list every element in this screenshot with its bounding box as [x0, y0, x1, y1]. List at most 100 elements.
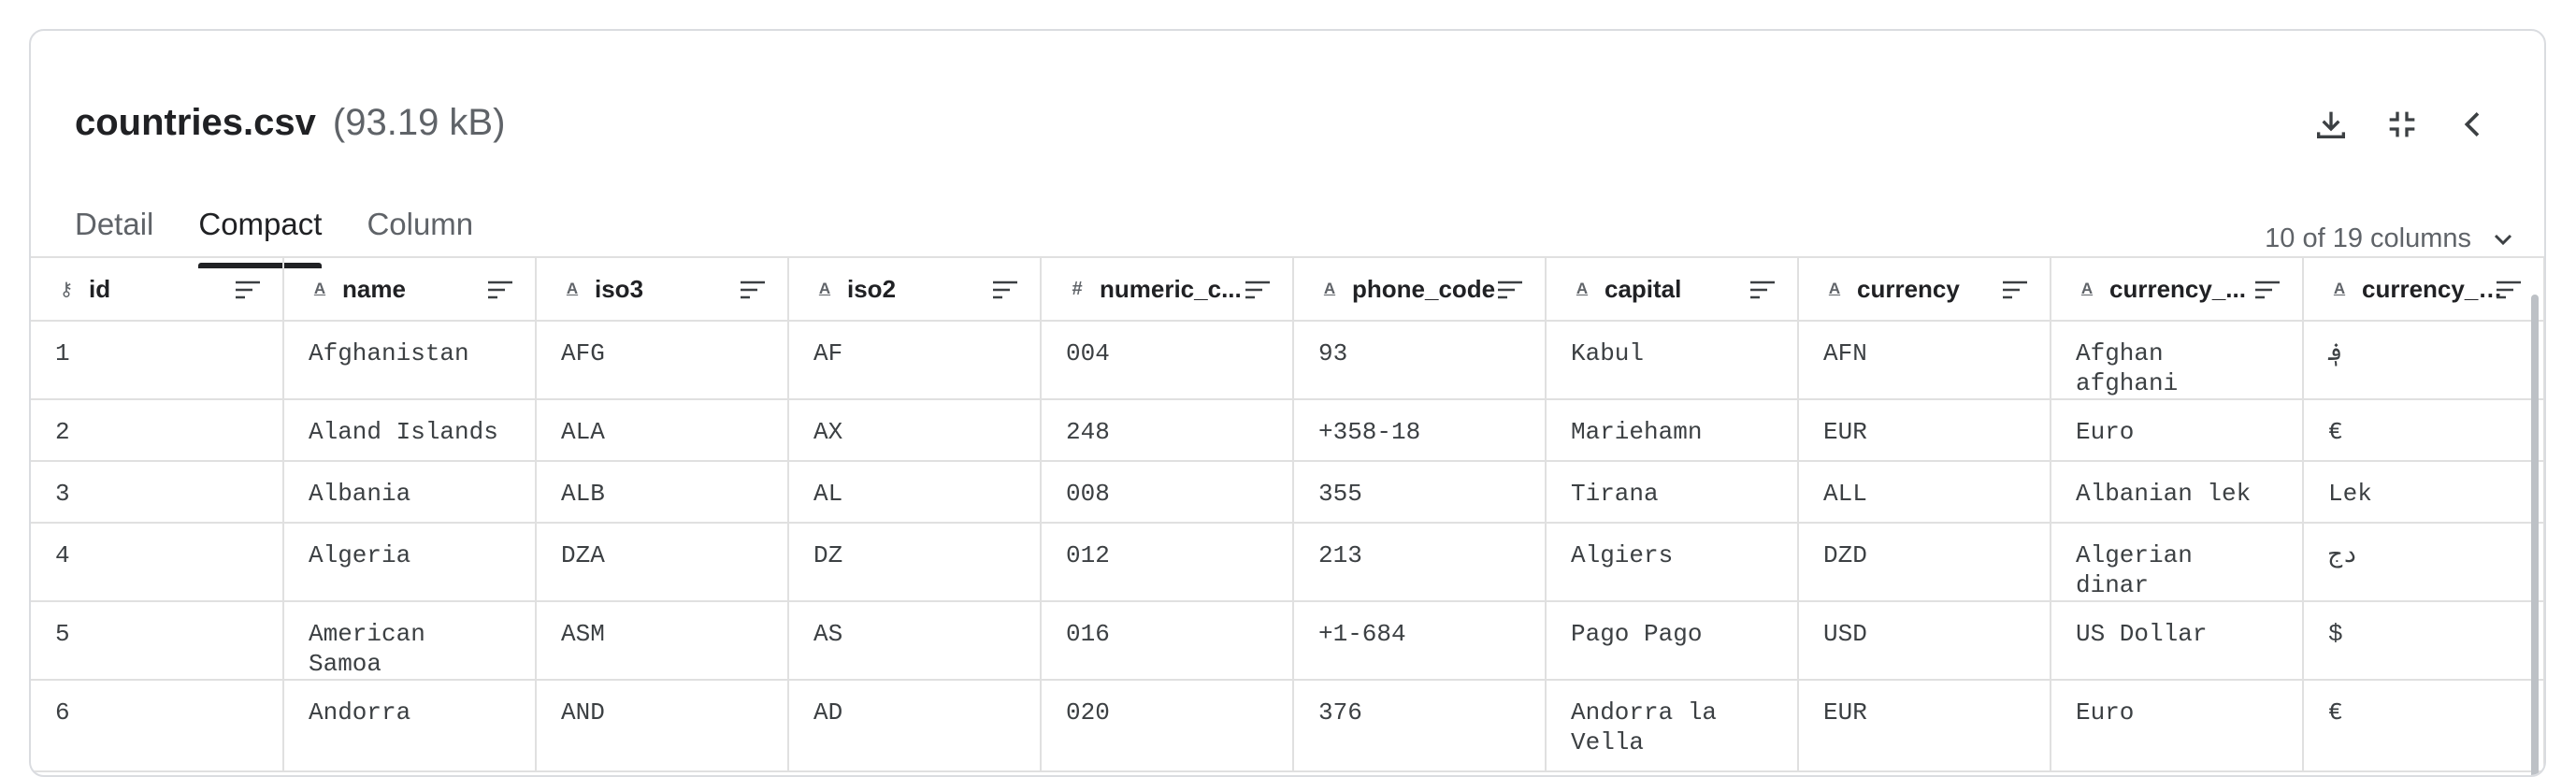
column-header-label: currency_s...: [2362, 274, 2511, 303]
key-icon: ⚷: [59, 279, 74, 300]
sort-icon[interactable]: [2001, 279, 2029, 301]
vertical-scrollbar[interactable]: [2531, 295, 2539, 775]
table-cell: Aland Islands: [283, 399, 537, 462]
table-cell: AND: [536, 680, 789, 772]
data-table: ⚷ id Aname Aiso3 Aiso2 # numeric_c... Aphone_co…: [31, 256, 2544, 772]
table-cell: EUR: [1798, 680, 2051, 772]
table-cell: 248: [1041, 399, 1294, 462]
table-row[interactable]: 2 Aland Islands ALA AX 248 +358-18 Mariehamn EU…: [31, 399, 2544, 462]
sort-icon[interactable]: [991, 279, 1019, 301]
string-type-icon: A: [2080, 280, 2094, 297]
sort-icon[interactable]: [739, 279, 767, 301]
table-cell: AL: [788, 461, 1042, 524]
table-cell: AFN: [1798, 321, 2051, 400]
header-actions: [2309, 102, 2496, 147]
string-type-icon: A: [566, 280, 579, 297]
table-cell: 5: [31, 601, 284, 681]
column-header-label: iso2: [847, 274, 897, 303]
table-cell: Afghan afghani: [2051, 321, 2304, 400]
table-cell: 012: [1041, 523, 1294, 602]
table-cell: 004: [1041, 321, 1294, 400]
table-cell: AX: [788, 399, 1042, 462]
table-cell: 016: [1041, 601, 1294, 681]
table-cell: ALL: [1798, 461, 2051, 524]
table-cell: AFG: [536, 321, 789, 400]
table-cell: Andorra la Vella: [1546, 680, 1799, 772]
table-cell: 6: [31, 680, 284, 772]
sort-icon[interactable]: [1496, 279, 1524, 301]
column-header-6[interactable]: Acapital: [1546, 256, 1799, 322]
column-count-label: 10 of 19 columns: [2265, 223, 2471, 253]
column-header-1[interactable]: Aname: [283, 256, 537, 322]
table-cell: €: [2303, 680, 2544, 772]
table-cell: American Samoa: [283, 601, 537, 681]
chevron-down-icon: [2494, 234, 2512, 245]
string-type-icon: A: [818, 280, 831, 297]
table-cell: DZA: [536, 523, 789, 602]
column-header-5[interactable]: Aphone_code: [1293, 256, 1547, 322]
table-cell: Lek: [2303, 461, 2544, 524]
table-row[interactable]: 4 Algeria DZA DZ 012 213 Algiers DZD Algerian di…: [31, 523, 2544, 602]
table-cell: 4: [31, 523, 284, 602]
table-cell: $: [2303, 601, 2544, 681]
table-row[interactable]: 6 Andorra AND AD 020 376 Andorra la Vella EUR Eu…: [31, 680, 2544, 772]
column-header-label: numeric_c...: [1100, 274, 1242, 303]
column-header-3[interactable]: Aiso2: [788, 256, 1042, 322]
table-cell: 93: [1293, 321, 1547, 400]
sort-icon[interactable]: [1244, 279, 1272, 301]
column-header-0[interactable]: ⚷ id: [31, 256, 284, 322]
file-size: (93.19 kB): [332, 102, 506, 143]
table-cell: DZD: [1798, 523, 2051, 602]
sort-icon[interactable]: [234, 279, 262, 301]
table-cell: Pago Pago: [1546, 601, 1799, 681]
table-cell: 1: [31, 321, 284, 400]
column-header-2[interactable]: Aiso3: [536, 256, 789, 322]
collapse-button[interactable]: [2380, 102, 2425, 147]
table-cell: Albanian lek: [2051, 461, 2304, 524]
table-cell: Andorra: [283, 680, 537, 772]
column-header-label: id: [89, 274, 111, 303]
data-table-container: ⚷ id Aname Aiso3 Aiso2 # numeric_c... Aphone_co…: [31, 256, 2544, 772]
file-name: countries.csv: [75, 102, 316, 143]
table-cell: Afghanistan: [283, 321, 537, 400]
fullscreen-exit-icon: [2389, 111, 2415, 137]
table-cell: 2: [31, 399, 284, 462]
column-header-8[interactable]: Acurrency_...: [2051, 256, 2304, 322]
table-cell: 3: [31, 461, 284, 524]
column-header-9[interactable]: Acurrency_s...: [2303, 256, 2544, 322]
download-icon: [2317, 111, 2345, 138]
string-type-icon: A: [1323, 280, 1336, 297]
table-cell: 008: [1041, 461, 1294, 524]
file-preview-card: countries.csv (93.19 kB) Detail Compact Co…: [29, 29, 2546, 777]
table-cell: Tirana: [1546, 461, 1799, 524]
column-header-label: iso3: [595, 274, 644, 303]
column-header-label: capital: [1605, 274, 1682, 303]
column-header-7[interactable]: Acurrency: [1798, 256, 2051, 322]
sort-icon[interactable]: [2495, 279, 2523, 301]
file-header: countries.csv (93.19 kB): [75, 102, 505, 144]
header-row: ⚷ id Aname Aiso3 Aiso2 # numeric_c... Aphone_co…: [31, 256, 2544, 322]
sort-icon[interactable]: [2253, 279, 2281, 301]
string-type-icon: A: [1828, 280, 1841, 297]
table-cell: Mariehamn: [1546, 399, 1799, 462]
column-header-4[interactable]: # numeric_c...: [1041, 256, 1294, 322]
table-cell: Albania: [283, 461, 537, 524]
chevron-left-icon: [2464, 112, 2480, 137]
column-count-dropdown[interactable]: 10 of 19 columns: [2265, 223, 2518, 254]
column-header-label: name: [342, 274, 406, 303]
table-row[interactable]: 3 Albania ALB AL 008 355 Tirana ALL Albanian lek…: [31, 461, 2544, 524]
table-cell: DZ: [788, 523, 1042, 602]
table-cell: دج: [2303, 523, 2544, 602]
column-header-label: currency: [1857, 274, 1960, 303]
table-row[interactable]: 1 Afghanistan AFG AF 004 93 Kabul AFN Afghan afg…: [31, 321, 2544, 400]
back-button[interactable]: [2451, 102, 2496, 147]
sort-icon[interactable]: [486, 279, 514, 301]
number-type-icon: #: [1072, 278, 1083, 299]
table-cell: US Dollar: [2051, 601, 2304, 681]
table-cell: Euro: [2051, 680, 2304, 772]
download-button[interactable]: [2309, 102, 2353, 147]
string-type-icon: A: [313, 280, 326, 297]
table-cell: 020: [1041, 680, 1294, 772]
table-row[interactable]: 5 American Samoa ASM AS 016 +1-684 Pago Pago US…: [31, 601, 2544, 681]
sort-icon[interactable]: [1749, 279, 1777, 301]
